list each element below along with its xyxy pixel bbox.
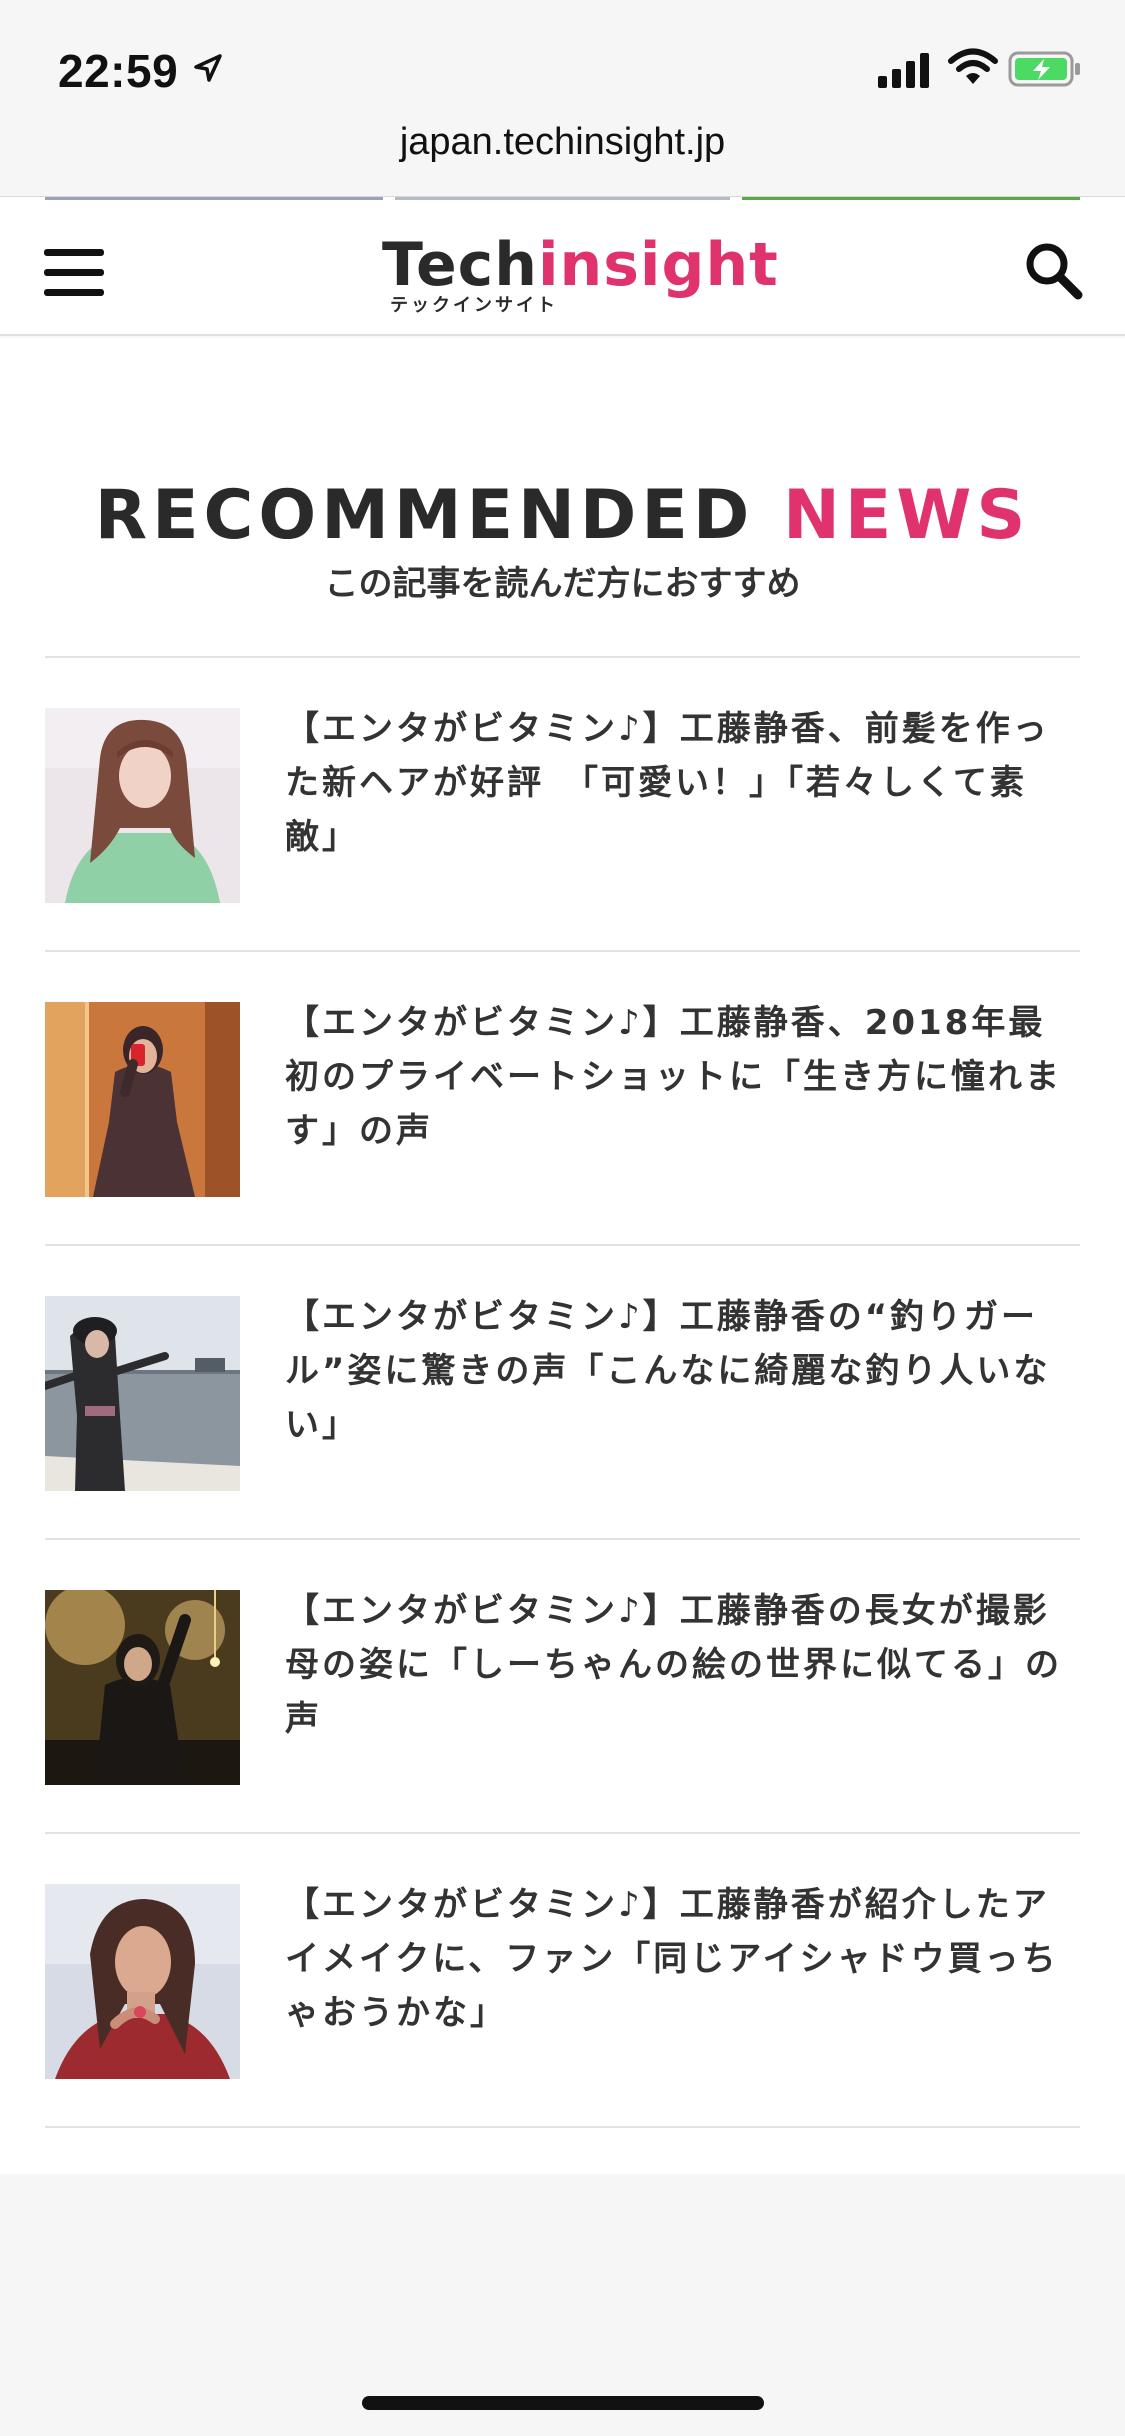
- url-text[interactable]: japan.techinsight.jp: [400, 121, 725, 163]
- news-thumbnail[interactable]: [45, 1884, 240, 2079]
- news-title[interactable]: 【エンタがビタミン♪】工藤静香の“釣りガール”姿に驚きの声「こんなに綺麗な釣り人…: [285, 1290, 1080, 1452]
- news-item[interactable]: 【エンタがビタミン♪】工藤静香、2018年最初のプライベートショットに「生き方に…: [45, 952, 1080, 1246]
- section-title-part1: RECOMMENDED: [94, 476, 755, 555]
- news-title[interactable]: 【エンタがビタミン♪】工藤静香、2018年最初のプライベートショットに「生き方に…: [285, 996, 1080, 1158]
- news-thumbnail[interactable]: [45, 1296, 240, 1491]
- photo-woman-dark-room: [45, 1590, 240, 1785]
- logo-tech: Tech: [382, 230, 538, 300]
- header-strip-1: [45, 197, 383, 200]
- section-title: RECOMMENDED NEWS: [0, 476, 1125, 556]
- header-strip-2: [395, 197, 730, 200]
- news-item[interactable]: 【エンタがビタミン♪】工藤静香の長女が撮影 母の姿に「しーちゃんの絵の世界に似て…: [45, 1540, 1084, 1834]
- hamburger-menu-icon[interactable]: [44, 249, 106, 297]
- news-item[interactable]: 【エンタがビタミン♪】工藤静香が紹介したアイメイクに、ファン「同じアイシャドウ買…: [45, 1834, 1080, 2128]
- news-thumbnail[interactable]: [45, 1590, 240, 1785]
- photo-woman-fishing-boat: [45, 1296, 240, 1491]
- section-subtitle: この記事を読んだ方におすすめ: [324, 564, 801, 604]
- status-time: 22:59: [58, 45, 179, 97]
- news-title[interactable]: 【エンタがビタミン♪】工藤静香、前髪を作った新ヘアが好評 「可愛い！」「若々しく…: [285, 702, 1080, 864]
- photo-woman-long-hair: [45, 708, 240, 903]
- logo-katakana: テックインサイト: [390, 295, 558, 316]
- address-bar[interactable]: japan.techinsight.jp: [0, 110, 1125, 194]
- logo-wordmark: Techinsight: [382, 235, 779, 295]
- battery-charging-icon: [1008, 51, 1080, 87]
- news-item[interactable]: 【エンタがビタミン♪】工藤静香の“釣りガール”姿に驚きの声「こんなに綺麗な釣り人…: [45, 1246, 1080, 1540]
- logo-insight: insight: [537, 230, 779, 300]
- photo-woman-portrait: [45, 1884, 240, 2079]
- signal-icon: [878, 53, 929, 88]
- news-title[interactable]: 【エンタがビタミン♪】工藤静香の長女が撮影 母の姿に「しーちゃんの絵の世界に似て…: [285, 1584, 1084, 1746]
- main-content: RECOMMENDED NEWS この記事を読んだ方におすすめ 【エンタがビタミ…: [0, 338, 1125, 2174]
- news-item[interactable]: 【エンタがビタミン♪】工藤静香、前髪を作った新ヘアが好評 「可愛い！」「若々しく…: [45, 658, 1080, 952]
- news-thumbnail[interactable]: [45, 1002, 240, 1197]
- wifi-icon: [948, 48, 998, 84]
- news-thumbnail[interactable]: [45, 708, 240, 903]
- home-indicator[interactable]: [362, 2396, 764, 2410]
- site-header: Techinsight テックインサイト: [0, 196, 1125, 336]
- header-strip-3: [742, 197, 1080, 200]
- news-list: 【エンタがビタミン♪】工藤静香、前髪を作った新ヘアが好評 「可愛い！」「若々しく…: [45, 658, 1084, 2128]
- location-arrow-icon: [194, 54, 222, 82]
- section-title-part2: NEWS: [782, 476, 1031, 555]
- search-icon[interactable]: [1022, 239, 1084, 301]
- photo-woman-dress: [45, 1002, 240, 1197]
- news-title[interactable]: 【エンタがビタミン♪】工藤静香が紹介したアイメイクに、ファン「同じアイシャドウ買…: [285, 1878, 1080, 2040]
- site-logo[interactable]: Techinsight テックインサイト: [382, 235, 778, 316]
